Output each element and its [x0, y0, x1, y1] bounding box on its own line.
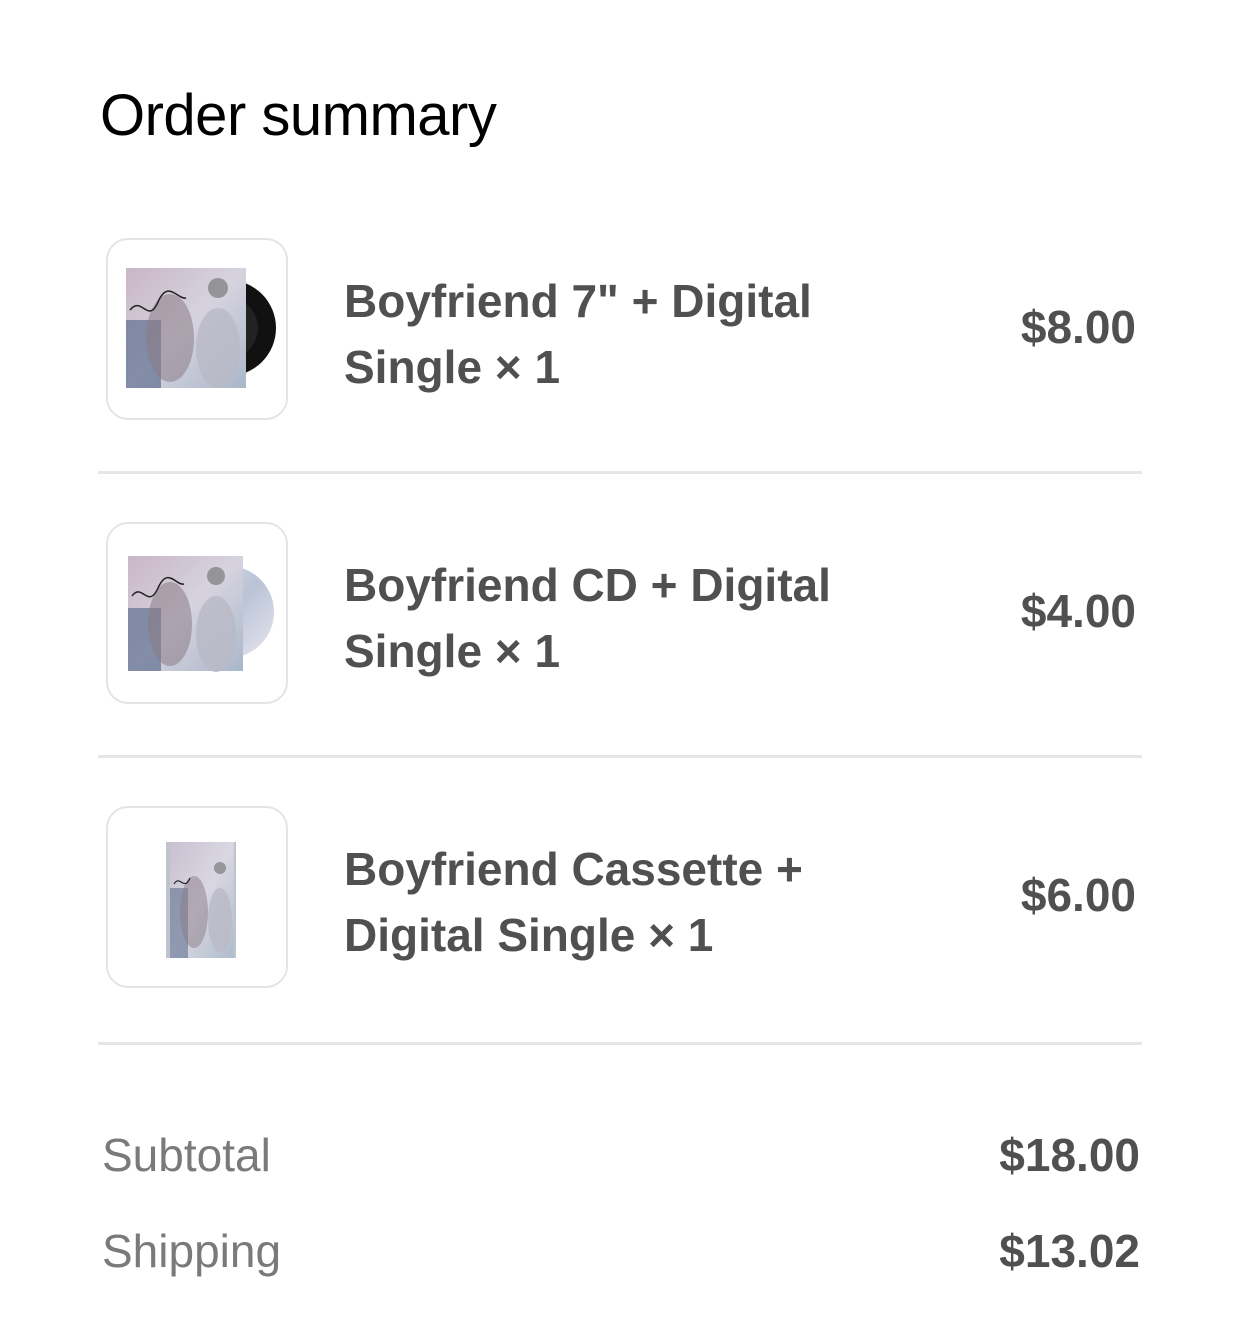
item-name: Boyfriend Cassette + Digital Single × 1	[344, 843, 803, 961]
subtotal-value: $18.00	[999, 1129, 1140, 1181]
product-thumbnail-cd[interactable]	[106, 522, 288, 704]
page-title: Order summary	[100, 83, 497, 148]
divider	[98, 755, 1142, 758]
shipping-row: Shipping $13.02	[102, 1224, 1140, 1284]
divider	[98, 471, 1142, 474]
order-item[interactable]: Boyfriend CD + Digital Single × 1 $4.00	[98, 522, 1142, 712]
product-thumbnail-vinyl[interactable]	[106, 238, 288, 420]
shipping-value: $13.02	[999, 1225, 1140, 1277]
cassette-album-image	[166, 842, 236, 958]
item-name: Boyfriend 7" + Digital Single × 1	[344, 275, 812, 393]
divider	[98, 1042, 1142, 1045]
order-item[interactable]: Boyfriend 7" + Digital Single × 1 $8.00	[98, 238, 1142, 428]
item-price: $4.00	[1020, 585, 1136, 637]
subtotal-label: Subtotal	[102, 1129, 271, 1181]
item-price: $8.00	[1020, 301, 1136, 353]
cd-album-image	[128, 556, 274, 672]
order-item[interactable]: Boyfriend Cassette + Digital Single × 1 …	[98, 806, 1142, 996]
item-price: $6.00	[1020, 869, 1136, 921]
item-name: Boyfriend CD + Digital Single × 1	[344, 559, 831, 677]
product-thumbnail-cassette[interactable]	[106, 806, 288, 988]
subtotal-row: Subtotal $18.00	[102, 1128, 1140, 1188]
vinyl-album-image	[126, 268, 276, 388]
shipping-label: Shipping	[102, 1225, 282, 1277]
